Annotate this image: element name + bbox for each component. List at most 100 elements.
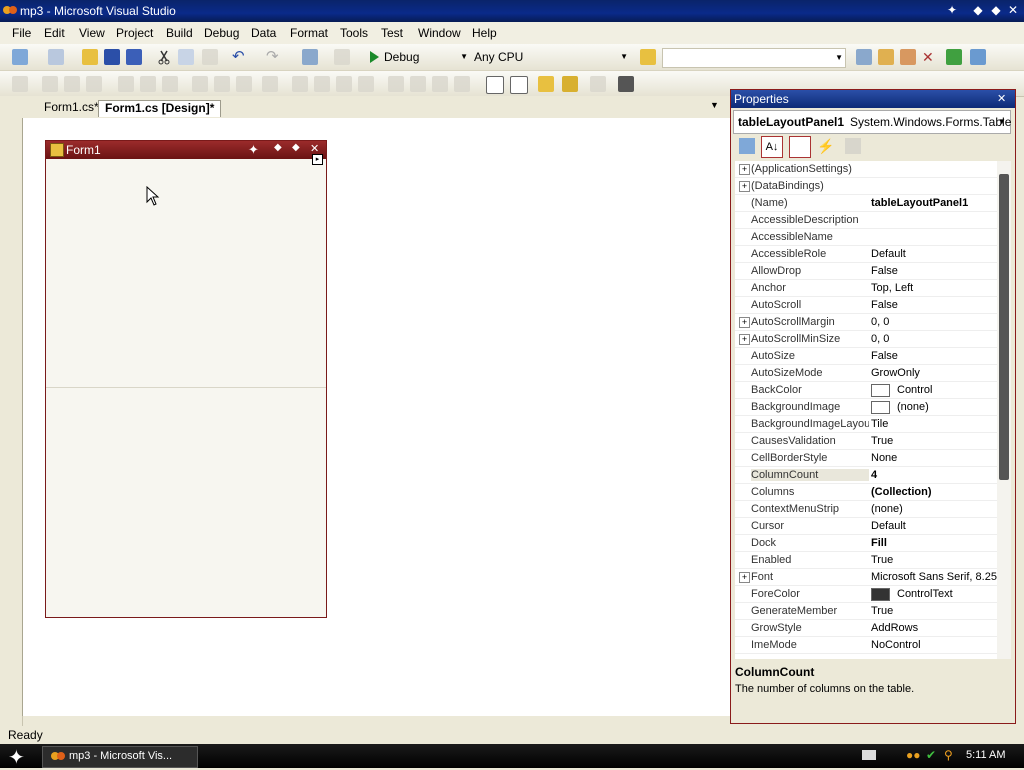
- align-rights-icon[interactable]: [86, 76, 102, 92]
- menu-project[interactable]: Project: [116, 26, 153, 40]
- table-layout-panel[interactable]: ▸: [46, 154, 326, 617]
- tab-list-icon[interactable]: ▼: [710, 100, 719, 110]
- property-row[interactable]: ForeColor ControlText: [735, 586, 997, 603]
- events-icon[interactable]: ⚡: [817, 138, 834, 154]
- size-to-grid-icon[interactable]: [262, 76, 278, 92]
- property-value[interactable]: Top, Left: [871, 282, 997, 294]
- menu-debug[interactable]: Debug: [204, 26, 239, 40]
- property-value[interactable]: tableLayoutPanel1: [871, 197, 997, 209]
- add-item-icon[interactable]: [48, 49, 64, 65]
- property-row[interactable]: AccessibleRole Default: [735, 246, 997, 263]
- expand-icon[interactable]: +: [739, 164, 750, 175]
- property-row[interactable]: GrowStyle AddRows: [735, 620, 997, 637]
- configuration-dropdown[interactable]: Debug ▼: [384, 48, 470, 66]
- expand-icon[interactable]: +: [739, 334, 750, 345]
- property-value[interactable]: False: [871, 299, 997, 311]
- property-value[interactable]: Default: [871, 520, 997, 532]
- center-horizontally-icon[interactable]: [486, 76, 504, 94]
- property-row[interactable]: ContextMenuStrip (none): [735, 501, 997, 518]
- property-pages-icon[interactable]: [845, 138, 861, 154]
- object-browser-icon[interactable]: [900, 49, 916, 65]
- property-value[interactable]: True: [871, 435, 997, 447]
- copy-icon[interactable]: [178, 49, 194, 65]
- remove-vspacing-icon[interactable]: [454, 76, 470, 92]
- property-row[interactable]: AccessibleName: [735, 229, 997, 246]
- find-combo[interactable]: ▼: [662, 48, 846, 68]
- property-row[interactable]: + AutoScrollMinSize 0, 0: [735, 331, 997, 348]
- property-row[interactable]: + Font Microsoft Sans Serif, 8.25pt: [735, 569, 997, 586]
- properties-view-icon[interactable]: [789, 136, 811, 158]
- property-value[interactable]: False: [871, 350, 997, 362]
- make-same-size-icon[interactable]: [236, 76, 252, 92]
- property-value[interactable]: False: [871, 265, 997, 277]
- bring-to-front-icon[interactable]: [538, 76, 554, 92]
- property-value[interactable]: True: [871, 605, 997, 617]
- save-all-icon[interactable]: [126, 49, 142, 65]
- undo-icon[interactable]: ↶: [232, 49, 248, 65]
- tray-search-icon[interactable]: ⚲: [944, 748, 953, 762]
- smart-tag-icon[interactable]: ▸: [312, 154, 323, 165]
- property-row[interactable]: AutoScroll False: [735, 297, 997, 314]
- new-project-icon[interactable]: [12, 49, 28, 65]
- property-row[interactable]: + AutoScrollMargin 0, 0: [735, 314, 997, 331]
- taskbar-item[interactable]: mp3 - Microsoft Vis...: [42, 746, 198, 768]
- property-value[interactable]: Tile: [871, 418, 997, 430]
- navigate-icon[interactable]: [302, 49, 318, 65]
- property-row[interactable]: AutoSizeMode GrowOnly: [735, 365, 997, 382]
- start-icon[interactable]: ✦: [8, 745, 25, 770]
- align-lefts-icon[interactable]: [42, 76, 58, 92]
- expand-icon[interactable]: +: [739, 181, 750, 192]
- property-value[interactable]: GrowOnly: [871, 367, 997, 379]
- platform-dropdown[interactable]: Any CPU ▼: [474, 48, 630, 66]
- toolbar-options-icon[interactable]: [618, 76, 634, 92]
- property-value[interactable]: NoControl: [871, 639, 997, 651]
- property-value[interactable]: (none): [897, 401, 997, 413]
- horizontal-spacing-icon[interactable]: [292, 76, 308, 92]
- property-row[interactable]: AccessibleDescription: [735, 212, 997, 229]
- find-in-files-icon[interactable]: [640, 49, 656, 65]
- solution-explorer-icon[interactable]: [856, 49, 872, 65]
- property-row[interactable]: ColumnCount 4: [735, 467, 997, 484]
- property-row[interactable]: (Name) tableLayoutPanel1: [735, 195, 997, 212]
- property-value[interactable]: None: [871, 452, 997, 464]
- make-same-height-icon[interactable]: [214, 76, 230, 92]
- expand-icon[interactable]: +: [739, 317, 750, 328]
- property-row[interactable]: Columns (Collection): [735, 484, 997, 501]
- property-value[interactable]: Control: [897, 384, 997, 396]
- minimize-button[interactable]: ◆: [970, 2, 986, 18]
- property-row[interactable]: BackgroundImageLayou Tile: [735, 416, 997, 433]
- send-to-back-icon[interactable]: [562, 76, 578, 92]
- menu-edit[interactable]: Edit: [44, 26, 65, 40]
- decrease-spacing-icon[interactable]: [336, 76, 352, 92]
- property-row[interactable]: CausesValidation True: [735, 433, 997, 450]
- property-row[interactable]: AutoSize False: [735, 348, 997, 365]
- tab-form1-code[interactable]: Form1.cs*: [38, 100, 105, 116]
- property-value[interactable]: (Collection): [871, 486, 997, 498]
- menu-file[interactable]: File: [12, 26, 31, 40]
- increase-spacing-icon[interactable]: [314, 76, 330, 92]
- tray-app-icon[interactable]: ●●: [906, 748, 921, 762]
- property-value[interactable]: Microsoft Sans Serif, 8.25pt: [871, 571, 997, 583]
- align-middles-icon[interactable]: [140, 76, 156, 92]
- center-vertically-icon[interactable]: [510, 76, 528, 94]
- property-row[interactable]: Anchor Top, Left: [735, 280, 997, 297]
- property-row[interactable]: Cursor Default: [735, 518, 997, 535]
- make-same-width-icon[interactable]: [192, 76, 208, 92]
- align-centers-icon[interactable]: [64, 76, 80, 92]
- paste-icon[interactable]: [202, 49, 218, 65]
- property-value[interactable]: AddRows: [871, 622, 997, 634]
- tab-order-icon[interactable]: [590, 76, 606, 92]
- menu-test[interactable]: Test: [381, 26, 403, 40]
- property-row[interactable]: GenerateMember True: [735, 603, 997, 620]
- property-value[interactable]: Default: [871, 248, 997, 260]
- start-debugging-icon[interactable]: [366, 49, 382, 65]
- property-row[interactable]: Dock Fill: [735, 535, 997, 552]
- tray-network-icon[interactable]: ✔: [926, 748, 936, 762]
- start-page-icon[interactable]: [946, 49, 962, 65]
- form1-designer[interactable]: Form1 ✦ ◆ ◆ ✕ ▸: [45, 140, 327, 618]
- menu-format[interactable]: Format: [290, 26, 328, 40]
- align-bottoms-icon[interactable]: [162, 76, 178, 92]
- categorized-icon[interactable]: [739, 138, 755, 154]
- toolbox-icon[interactable]: ✕: [922, 49, 938, 65]
- menu-help[interactable]: Help: [472, 26, 497, 40]
